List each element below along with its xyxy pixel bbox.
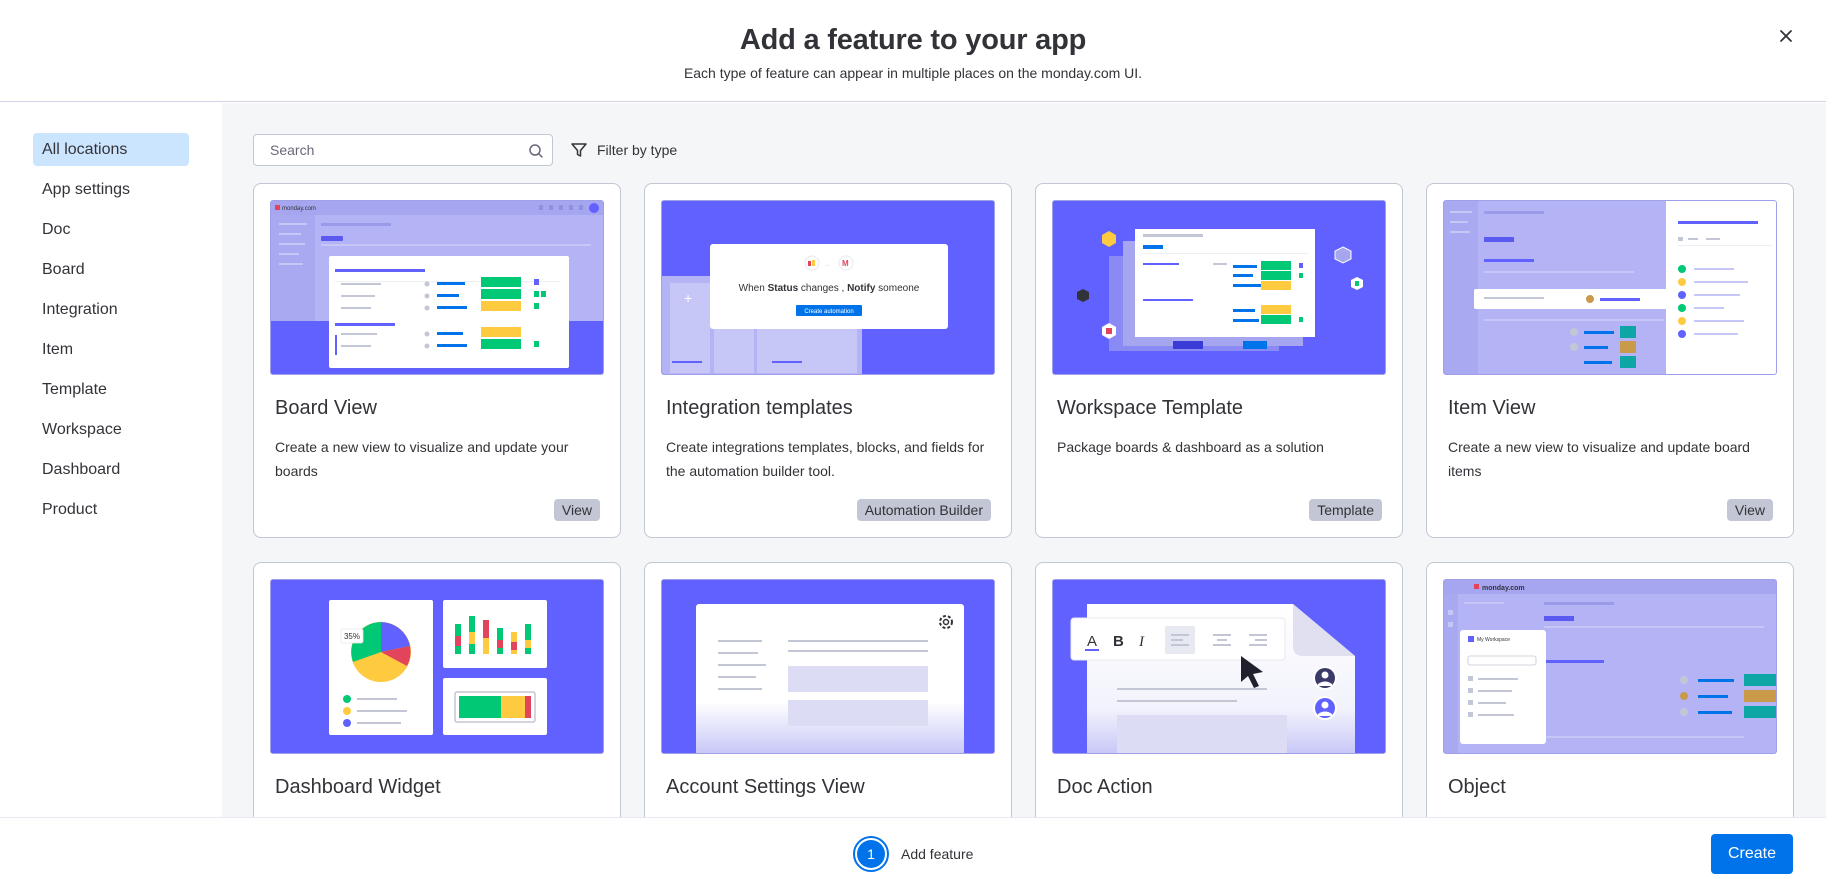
step-number: 1 (857, 840, 885, 868)
svg-text:+: + (684, 290, 692, 306)
feature-card-item-view[interactable]: Item View Create a new view to visualize… (1426, 183, 1794, 538)
card-description: Create a new view to visualize and updat… (1448, 439, 1750, 479)
feature-card-integration-templates[interactable]: + → M When Status changes , Notify someo… (644, 183, 1012, 538)
card-title: Doc Action (1057, 776, 1153, 798)
location-sidebar: All locations App settings Doc Board Int… (0, 103, 222, 817)
object-logo-text: monday.com (1482, 585, 1525, 592)
widget-percent-text: 35% (344, 632, 360, 641)
dialog-footer: 1 Add feature Create (0, 817, 1826, 889)
dialog-title: Add a feature to your app (739, 24, 1087, 56)
svg-text:B: B (1113, 633, 1124, 650)
sidebar-item-app-settings[interactable]: App settings (33, 173, 189, 206)
create-button[interactable]: Create (1711, 834, 1793, 874)
dashboard-widget-thumbnail: 35% (270, 579, 604, 754)
card-title: Workspace Template (1057, 397, 1244, 419)
feature-card-board-view[interactable]: monday.com Board View Create a new view … (253, 183, 621, 538)
card-tag: Template (1309, 499, 1382, 521)
svg-text:→: → (824, 262, 830, 268)
search-icon[interactable] (528, 143, 544, 159)
svg-text:A: A (1087, 633, 1097, 650)
search-box (253, 134, 553, 166)
integration-sentence-status: Status (768, 283, 799, 294)
integration-sentence-notify: Notify (847, 283, 876, 294)
filter-label: Filter by type (597, 142, 678, 158)
integration-templates-thumbnail: + → M When Status changes , Notify someo… (661, 200, 995, 375)
filter-by-type-button[interactable]: Filter by type (570, 139, 677, 161)
step-number-badge: 1 (853, 836, 889, 872)
svg-text:When Status changes , Notify s: When Status changes , Notify someone (739, 283, 920, 294)
card-title: Object (1448, 776, 1506, 798)
feature-card-workspace-template[interactable]: Workspace Template Package boards & dash… (1035, 183, 1403, 538)
integration-sentence-changes: changes , (798, 283, 847, 294)
svg-text:M: M (842, 259, 849, 268)
svg-text:I: I (1138, 634, 1145, 650)
card-title: Board View (275, 397, 377, 419)
sidebar-item-workspace[interactable]: Workspace (33, 413, 189, 446)
item-view-thumbnail (1443, 200, 1777, 375)
step-indicator: 1 Add feature (853, 836, 973, 872)
close-button[interactable] (1774, 24, 1798, 48)
sidebar-item-integration[interactable]: Integration (33, 293, 189, 326)
object-workspace-text: My Workspace (1477, 637, 1510, 643)
card-title: Item View (1448, 397, 1536, 419)
doc-action-thumbnail: A B I (1052, 579, 1386, 754)
feature-gallery: Filter by type monday.com (222, 103, 1826, 817)
integration-sentence-someone: someone (875, 283, 919, 294)
sidebar-item-all-locations[interactable]: All locations (33, 133, 189, 166)
sidebar-item-doc[interactable]: Doc (33, 213, 189, 246)
card-title: Account Settings View (666, 776, 865, 798)
card-description: Create a new view to visualize and updat… (275, 439, 569, 479)
feature-card-dashboard-widget[interactable]: 35% Dashboard Widget (253, 562, 621, 817)
sidebar-item-item[interactable]: Item (33, 333, 189, 366)
search-input[interactable] (254, 135, 514, 165)
dialog-header: Add a feature to your app Each type of f… (0, 0, 1826, 102)
card-title: Integration templates (666, 397, 853, 419)
dialog-subtitle: Each type of feature can appear in multi… (683, 65, 1143, 81)
workspace-template-thumbnail (1052, 200, 1386, 375)
create-automation-text: Create automation (804, 309, 853, 315)
sidebar-item-dashboard[interactable]: Dashboard (33, 453, 189, 486)
feature-card-doc-action[interactable]: A B I Doc Action (1035, 562, 1403, 817)
card-tag: View (1726, 499, 1773, 521)
card-title: Dashboard Widget (275, 776, 441, 798)
board-view-logo-text: monday.com (282, 206, 316, 212)
card-description: Create integrations templates, blocks, a… (666, 439, 985, 479)
card-tag: Automation Builder (856, 499, 991, 521)
card-tag: View (553, 499, 600, 521)
feature-card-account-settings-view[interactable]: Account Settings View (644, 562, 1012, 817)
account-settings-view-thumbnail (661, 579, 995, 754)
filter-icon (571, 143, 587, 157)
sidebar-item-template[interactable]: Template (33, 373, 189, 406)
integration-sentence-when: When (739, 283, 768, 294)
card-description: Package boards & dashboard as a solution (1057, 439, 1324, 455)
object-thumbnail: monday.com My Workspace (1443, 579, 1777, 754)
feature-card-object[interactable]: monday.com My Workspace Object (1426, 562, 1794, 817)
step-label: Add feature (901, 846, 974, 862)
sidebar-item-product[interactable]: Product (33, 493, 189, 526)
close-icon (1780, 30, 1792, 42)
sidebar-item-board[interactable]: Board (33, 253, 189, 286)
board-view-thumbnail: monday.com (270, 200, 604, 375)
